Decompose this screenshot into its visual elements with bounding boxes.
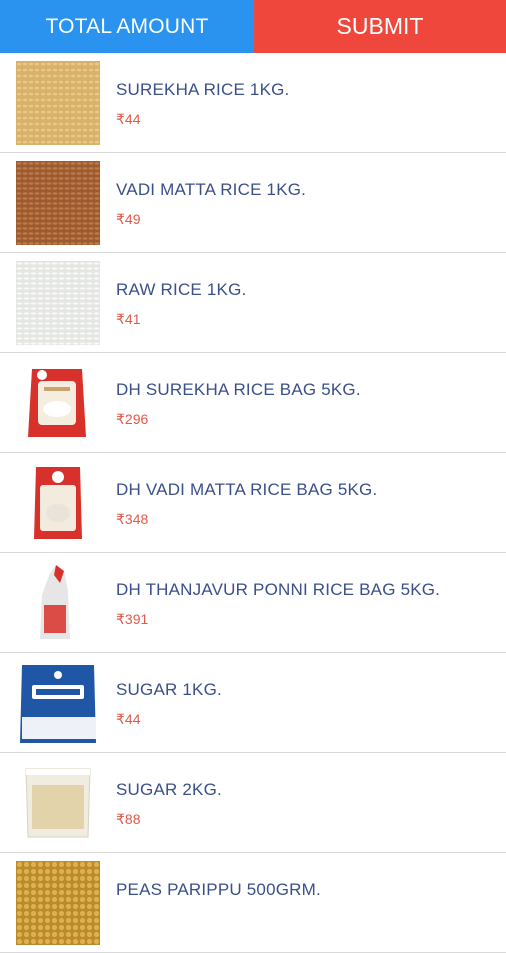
raw-rice-icon [16, 261, 100, 345]
product-row[interactable]: DH THANJAVUR PONNI RICE BAG 5KG. ₹391 [0, 553, 506, 653]
rice-bag-icon [16, 361, 100, 445]
product-name: DH THANJAVUR PONNI RICE BAG 5KG. [116, 580, 441, 599]
product-price: ₹41 [116, 311, 141, 327]
product-row[interactable]: SUREKHA RICE 1KG. ₹44 [0, 53, 506, 153]
product-price: ₹296 [116, 411, 149, 427]
sugar-pack-icon [16, 661, 100, 745]
product-row[interactable]: VADI MATTA RICE 1KG. ₹49 [0, 153, 506, 253]
product-name: PEAS PARIPPU 500GRM. [116, 880, 321, 899]
product-row[interactable]: DH VADI MATTA RICE BAG 5KG. ₹348 [0, 453, 506, 553]
rice-sack-icon [16, 561, 100, 645]
product-price: ₹348 [116, 511, 149, 527]
product-price: ₹391 [116, 611, 149, 627]
rice-grains-icon [16, 61, 100, 145]
product-row[interactable]: SUGAR 1KG. ₹44 [0, 653, 506, 753]
product-name: VADI MATTA RICE 1KG. [116, 180, 307, 199]
product-name: DH SUREKHA RICE BAG 5KG. [116, 380, 361, 399]
product-row[interactable]: SUGAR 2KG. ₹88 [0, 753, 506, 853]
top-action-bar: TOTAL AMOUNT SUBMIT [0, 0, 506, 53]
product-name: DH VADI MATTA RICE BAG 5KG. [116, 480, 378, 499]
peas-grains-icon [16, 861, 100, 945]
product-row[interactable]: RAW RICE 1KG. ₹41 [0, 253, 506, 353]
matta-rice-grains-icon [16, 161, 100, 245]
product-name: SUGAR 2KG. [116, 780, 222, 799]
product-price: ₹49 [116, 211, 141, 227]
product-price: ₹44 [116, 711, 141, 727]
product-name: SUGAR 1KG. [116, 680, 222, 699]
product-price: ₹88 [116, 811, 141, 827]
product-list: SUREKHA RICE 1KG. ₹44 VADI MATTA RICE 1K… [0, 53, 506, 953]
product-price: ₹44 [116, 111, 141, 127]
product-row[interactable]: DH SUREKHA RICE BAG 5KG. ₹296 [0, 353, 506, 453]
product-name: SUREKHA RICE 1KG. [116, 80, 290, 99]
sugar-bag-icon [16, 761, 100, 845]
total-amount-button[interactable]: TOTAL AMOUNT [0, 0, 254, 53]
product-row[interactable]: PEAS PARIPPU 500GRM. [0, 853, 506, 953]
product-name: RAW RICE 1KG. [116, 280, 247, 299]
submit-button[interactable]: SUBMIT [254, 0, 506, 53]
rice-bag-icon [16, 461, 100, 545]
